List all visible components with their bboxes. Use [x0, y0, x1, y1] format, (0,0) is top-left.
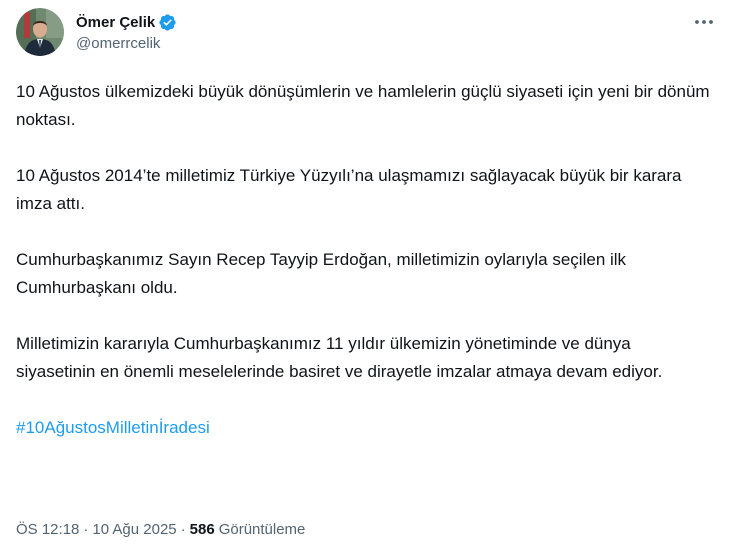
hashtag-link[interactable]: #10AğustosMilletinİradesi: [16, 418, 210, 437]
more-dots-icon: [695, 20, 713, 24]
avatar-image: [16, 8, 64, 56]
tweet-paragraph: 10 Ağustos 2014’te milletimiz Türkiye Yü…: [16, 166, 682, 213]
more-button[interactable]: [687, 10, 721, 34]
tweet-paragraph: 10 Ağustos ülkemizdeki büyük dönüşümleri…: [16, 82, 710, 129]
name-row: Ömer Çelik: [76, 12, 177, 32]
tweet-paragraph: Cumhurbaşkanımız Sayın Recep Tayyip Erdo…: [16, 250, 627, 297]
display-name[interactable]: Ömer Çelik: [76, 14, 155, 31]
tweet: Ömer Çelik @omerrcelik 10 Ağustos ülkemi…: [0, 0, 729, 546]
tweet-paragraph: Milletimizin kararıyla Cumhurbaşkanımız …: [16, 334, 663, 381]
tweet-meta: ÖS 12:18 · 10 Ağu 2025 · 586 Görüntüleme: [16, 517, 305, 541]
views-label: Görüntüleme: [218, 520, 306, 538]
views-count[interactable]: 586: [190, 521, 215, 538]
hashtag-paragraph: #10AğustosMilletinİradesi: [16, 414, 713, 442]
meta-separator: ·: [83, 520, 89, 538]
timestamp-time[interactable]: ÖS 12:18: [16, 521, 79, 538]
verified-badge-icon[interactable]: [158, 13, 177, 32]
avatar[interactable]: [16, 8, 64, 56]
tweet-text: 10 Ağustos ülkemizdeki büyük dönüşümleri…: [16, 78, 713, 442]
meta-separator: ·: [180, 520, 186, 538]
timestamp-date[interactable]: 10 Ağu 2025: [92, 521, 176, 538]
author-names: Ömer Çelik @omerrcelik: [76, 12, 177, 52]
author-handle[interactable]: @omerrcelik: [76, 35, 177, 52]
tweet-header: Ömer Çelik @omerrcelik: [16, 8, 713, 64]
